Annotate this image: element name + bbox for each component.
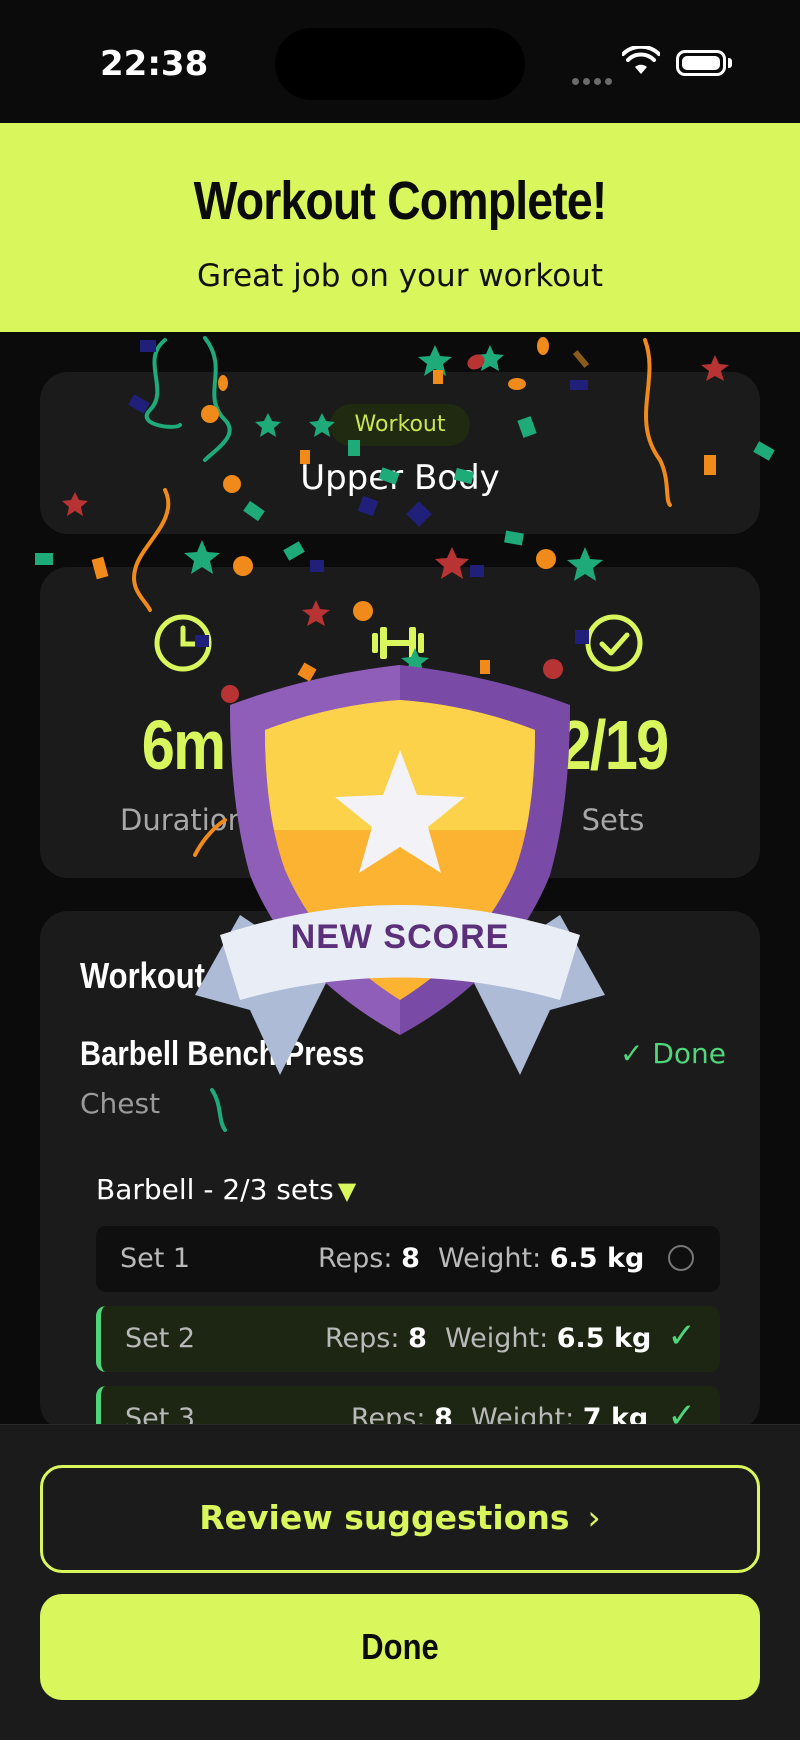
set-reps: Reps: 8 [318, 1243, 420, 1274]
cellular-signal-icon [572, 70, 616, 89]
equipment-toggle[interactable]: Barbell - 2/3 sets ▼ [96, 1173, 356, 1206]
set-row[interactable]: Set 2 Reps: 8 Weight: 6.5 kg ✓ [96, 1306, 720, 1372]
battery-icon [676, 50, 726, 76]
set-weight: Weight: 6.5 kg [438, 1243, 645, 1274]
done-button[interactable]: Done [40, 1594, 760, 1700]
set-reps: Reps: 8 [325, 1323, 427, 1354]
set-label: Set 1 [120, 1243, 191, 1274]
battery-tip [728, 58, 732, 68]
review-suggestions-button[interactable]: Review suggestions › [40, 1465, 760, 1573]
new-score-badge-icon [195, 665, 605, 1075]
review-suggestions-label: Review suggestions [199, 1498, 570, 1537]
triangle-down-icon: ▼ [337, 1177, 357, 1205]
wifi-icon [622, 46, 660, 74]
new-score-text: NEW SCORE [290, 918, 510, 956]
exercise-muscle: Chest [80, 1087, 161, 1120]
set-label: Set 2 [125, 1323, 196, 1354]
status-time: 22:38 [100, 44, 209, 84]
done-label: Done [361, 1626, 439, 1667]
checkmark-icon[interactable]: ✓ [668, 1316, 697, 1356]
set-weight: Weight: 6.5 kg [445, 1323, 652, 1354]
set-incomplete-indicator[interactable] [668, 1245, 694, 1271]
page-subtitle: Great job on your workout [197, 258, 603, 294]
workout-card [40, 372, 760, 534]
equipment-label: Barbell - 2/3 sets [96, 1173, 334, 1206]
dynamic-island [275, 28, 525, 100]
set-row[interactable]: Set 1 Reps: 8 Weight: 6.5 kg [96, 1226, 720, 1292]
chevron-right-icon: › [587, 1498, 601, 1537]
page-title: Workout Complete! [193, 171, 608, 231]
workout-name: Upper Body [300, 458, 500, 498]
workout-tag: Workout [330, 404, 470, 446]
exercise-status: ✓ Done [620, 1037, 727, 1070]
